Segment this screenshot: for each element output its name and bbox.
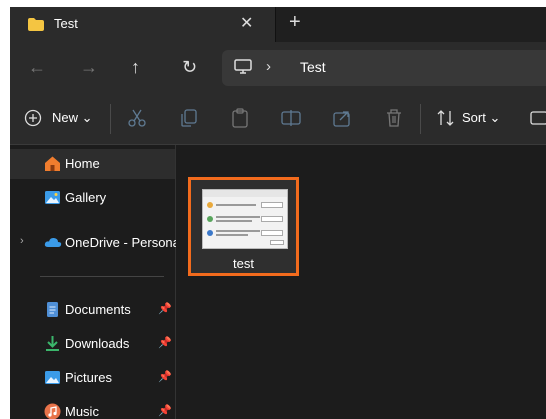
up-button[interactable]: ↑: [131, 57, 140, 78]
refresh-button[interactable]: ↻: [182, 57, 197, 78]
sidebar-item-label: Home: [65, 156, 100, 171]
chevron-right-icon: ›: [266, 58, 271, 75]
rename-icon[interactable]: [280, 107, 302, 129]
command-bar: New ⌄ Sort ⌄: [10, 94, 546, 145]
tab-title: Test: [54, 16, 78, 31]
file-thumbnail: [202, 189, 288, 249]
gallery-icon: [45, 191, 60, 204]
document-icon: [47, 302, 58, 317]
tab-test[interactable]: Test ✕: [10, 7, 276, 42]
sidebar-item-label: Documents: [65, 302, 131, 317]
pin-icon[interactable]: 📌: [158, 302, 172, 315]
sidebar-item-label: Pictures: [65, 370, 112, 385]
sort-icon: [437, 110, 454, 126]
add-tab-button[interactable]: +: [289, 11, 301, 34]
file-item-test[interactable]: test: [188, 177, 299, 276]
sidebar-item-home[interactable]: Home: [10, 149, 175, 179]
thumbnail-row: [207, 200, 285, 211]
forward-button[interactable]: →: [80, 57, 98, 78]
sidebar-item-label: OneDrive - Persona: [65, 235, 180, 250]
tab-bar: Test ✕ +: [10, 7, 546, 42]
sidebar-item-documents[interactable]: Documents 📌: [10, 295, 175, 325]
file-explorer-window: Test ✕ + ← → ↑ ↻ › Test New ⌄ Sort ⌄ Hom…: [10, 7, 546, 419]
back-button[interactable]: ←: [28, 57, 46, 78]
music-icon: [44, 403, 61, 419]
chevron-right-icon[interactable]: ›: [20, 235, 24, 247]
navigation-pane: Home Gallery › OneDrive - Persona Docume…: [10, 145, 180, 419]
thumbnail-titlebar: [203, 190, 287, 197]
pictures-icon: [45, 371, 60, 384]
view-icon[interactable]: [530, 107, 546, 129]
sidebar-item-onedrive[interactable]: › OneDrive - Persona: [10, 228, 180, 258]
sidebar-item-gallery[interactable]: Gallery: [10, 183, 175, 213]
sidebar-item-downloads[interactable]: Downloads 📌: [10, 329, 175, 359]
cut-icon[interactable]: [126, 107, 148, 129]
monitor-icon: [234, 59, 252, 74]
breadcrumb-test[interactable]: Test: [300, 59, 326, 75]
sidebar-item-music[interactable]: Music 📌: [10, 397, 175, 419]
copy-icon[interactable]: [178, 107, 200, 129]
toolbar-divider: [110, 104, 111, 134]
toolbar-divider: [420, 104, 421, 134]
sort-button-label: Sort ⌄: [462, 110, 501, 125]
navigation-bar: ← → ↑ ↻ › Test: [10, 42, 546, 94]
sidebar-item-label: Downloads: [65, 336, 130, 351]
new-button-label: New ⌄: [52, 110, 93, 125]
pin-icon[interactable]: 📌: [158, 404, 172, 417]
close-icon[interactable]: ✕: [240, 13, 253, 33]
home-icon: [45, 156, 60, 171]
thumbnail-row: [207, 214, 285, 225]
file-list: test: [176, 145, 546, 419]
folder-icon: [28, 18, 44, 31]
delete-icon[interactable]: [383, 107, 405, 129]
file-name: test: [233, 256, 254, 271]
plus-circle-icon: [24, 109, 42, 127]
pin-icon[interactable]: 📌: [158, 336, 172, 349]
sidebar-item-label: Music: [65, 404, 99, 419]
thumbnail-row: [207, 228, 285, 239]
cloud-icon: [44, 237, 62, 247]
sidebar-divider: [40, 276, 164, 277]
paste-icon[interactable]: [229, 107, 251, 129]
sidebar-item-label: Gallery: [65, 190, 107, 205]
pin-icon[interactable]: 📌: [158, 370, 172, 383]
address-bar[interactable]: › Test: [222, 50, 546, 86]
sidebar-item-pictures[interactable]: Pictures 📌: [10, 363, 175, 393]
download-icon: [46, 336, 59, 351]
share-icon[interactable]: [331, 107, 353, 129]
